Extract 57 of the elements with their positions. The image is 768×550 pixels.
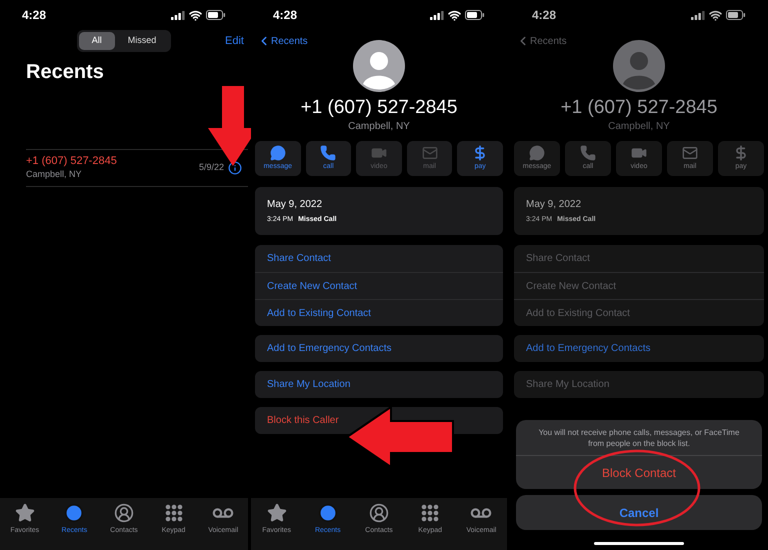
mail-icon (422, 144, 438, 161)
block-contact-button[interactable]: Block Contact (516, 455, 762, 489)
signal-icon (691, 10, 705, 20)
caller-number: +1 (607) 527-2845 (560, 97, 718, 119)
menu-item[interactable]: Share Contact (514, 245, 764, 272)
wifi-icon (709, 8, 722, 22)
edit-button[interactable]: Edit (225, 32, 244, 50)
menu-item[interactable]: Add to Existing Contact (255, 299, 503, 326)
menu-item[interactable]: Block this Caller (255, 407, 503, 434)
phone-icon (580, 144, 596, 161)
person-icon (114, 503, 134, 523)
phone-icon (320, 144, 336, 161)
status-time: 4:28 (273, 7, 298, 24)
mail-icon (682, 144, 698, 161)
caller-location: Campbell, NY (608, 120, 670, 134)
battery-icon (206, 10, 226, 20)
segment[interactable]: All (78, 32, 115, 50)
wifi-icon (189, 8, 202, 22)
menu-item[interactable]: Share Contact (255, 245, 503, 272)
menu-item[interactable]: Add to Emergency Contacts (255, 335, 503, 362)
star-icon (266, 503, 287, 523)
signal-icon (171, 10, 185, 20)
battery-icon (726, 10, 746, 20)
back-button[interactable]: Recents (257, 34, 308, 48)
menu-item[interactable]: Create New Contact (255, 272, 503, 299)
wifi-icon (448, 8, 461, 22)
menu-item[interactable]: Add to Existing Contact (514, 299, 764, 326)
dollar-icon (733, 144, 749, 161)
caller-number: +1 (607) 527-2845 (300, 97, 458, 119)
battery-icon (465, 10, 485, 20)
caller-number[interactable]: +1 (607) 527-2845 (26, 154, 117, 168)
person-icon (368, 503, 389, 523)
menu-item[interactable]: Share My Location (255, 371, 503, 398)
caller-location: Campbell, NY (26, 168, 83, 181)
call-date: 5/9/22 (198, 161, 224, 174)
cancel-button[interactable]: Cancel (516, 495, 762, 530)
menu-item[interactable]: Add to Emergency Contacts (514, 335, 764, 362)
log-date: May 9, 2022 (526, 198, 582, 212)
info-icon[interactable] (228, 161, 242, 175)
menu-item[interactable]: Share My Location (514, 371, 764, 398)
back-button[interactable]: Recents (516, 34, 567, 48)
log-date: May 9, 2022 (267, 198, 324, 212)
message-icon (270, 144, 286, 161)
status-time: 4:28 (532, 7, 556, 24)
message-icon (529, 144, 545, 161)
segment[interactable]: Missed (114, 32, 170, 50)
keypad-icon (421, 504, 440, 522)
signal-icon (430, 10, 444, 20)
page-title: Recents (25, 60, 105, 85)
status-time: 4:28 (22, 7, 46, 24)
avatar (353, 40, 405, 92)
star-icon (14, 503, 35, 523)
keypad-icon (164, 504, 183, 522)
sheet-message: You will not receive phone calls, messages, or FaceTime from people on the block list. (538, 427, 740, 450)
avatar (613, 40, 665, 92)
caller-location: Campbell, NY (348, 120, 410, 134)
menu-item[interactable]: Create New Contact (514, 272, 764, 299)
